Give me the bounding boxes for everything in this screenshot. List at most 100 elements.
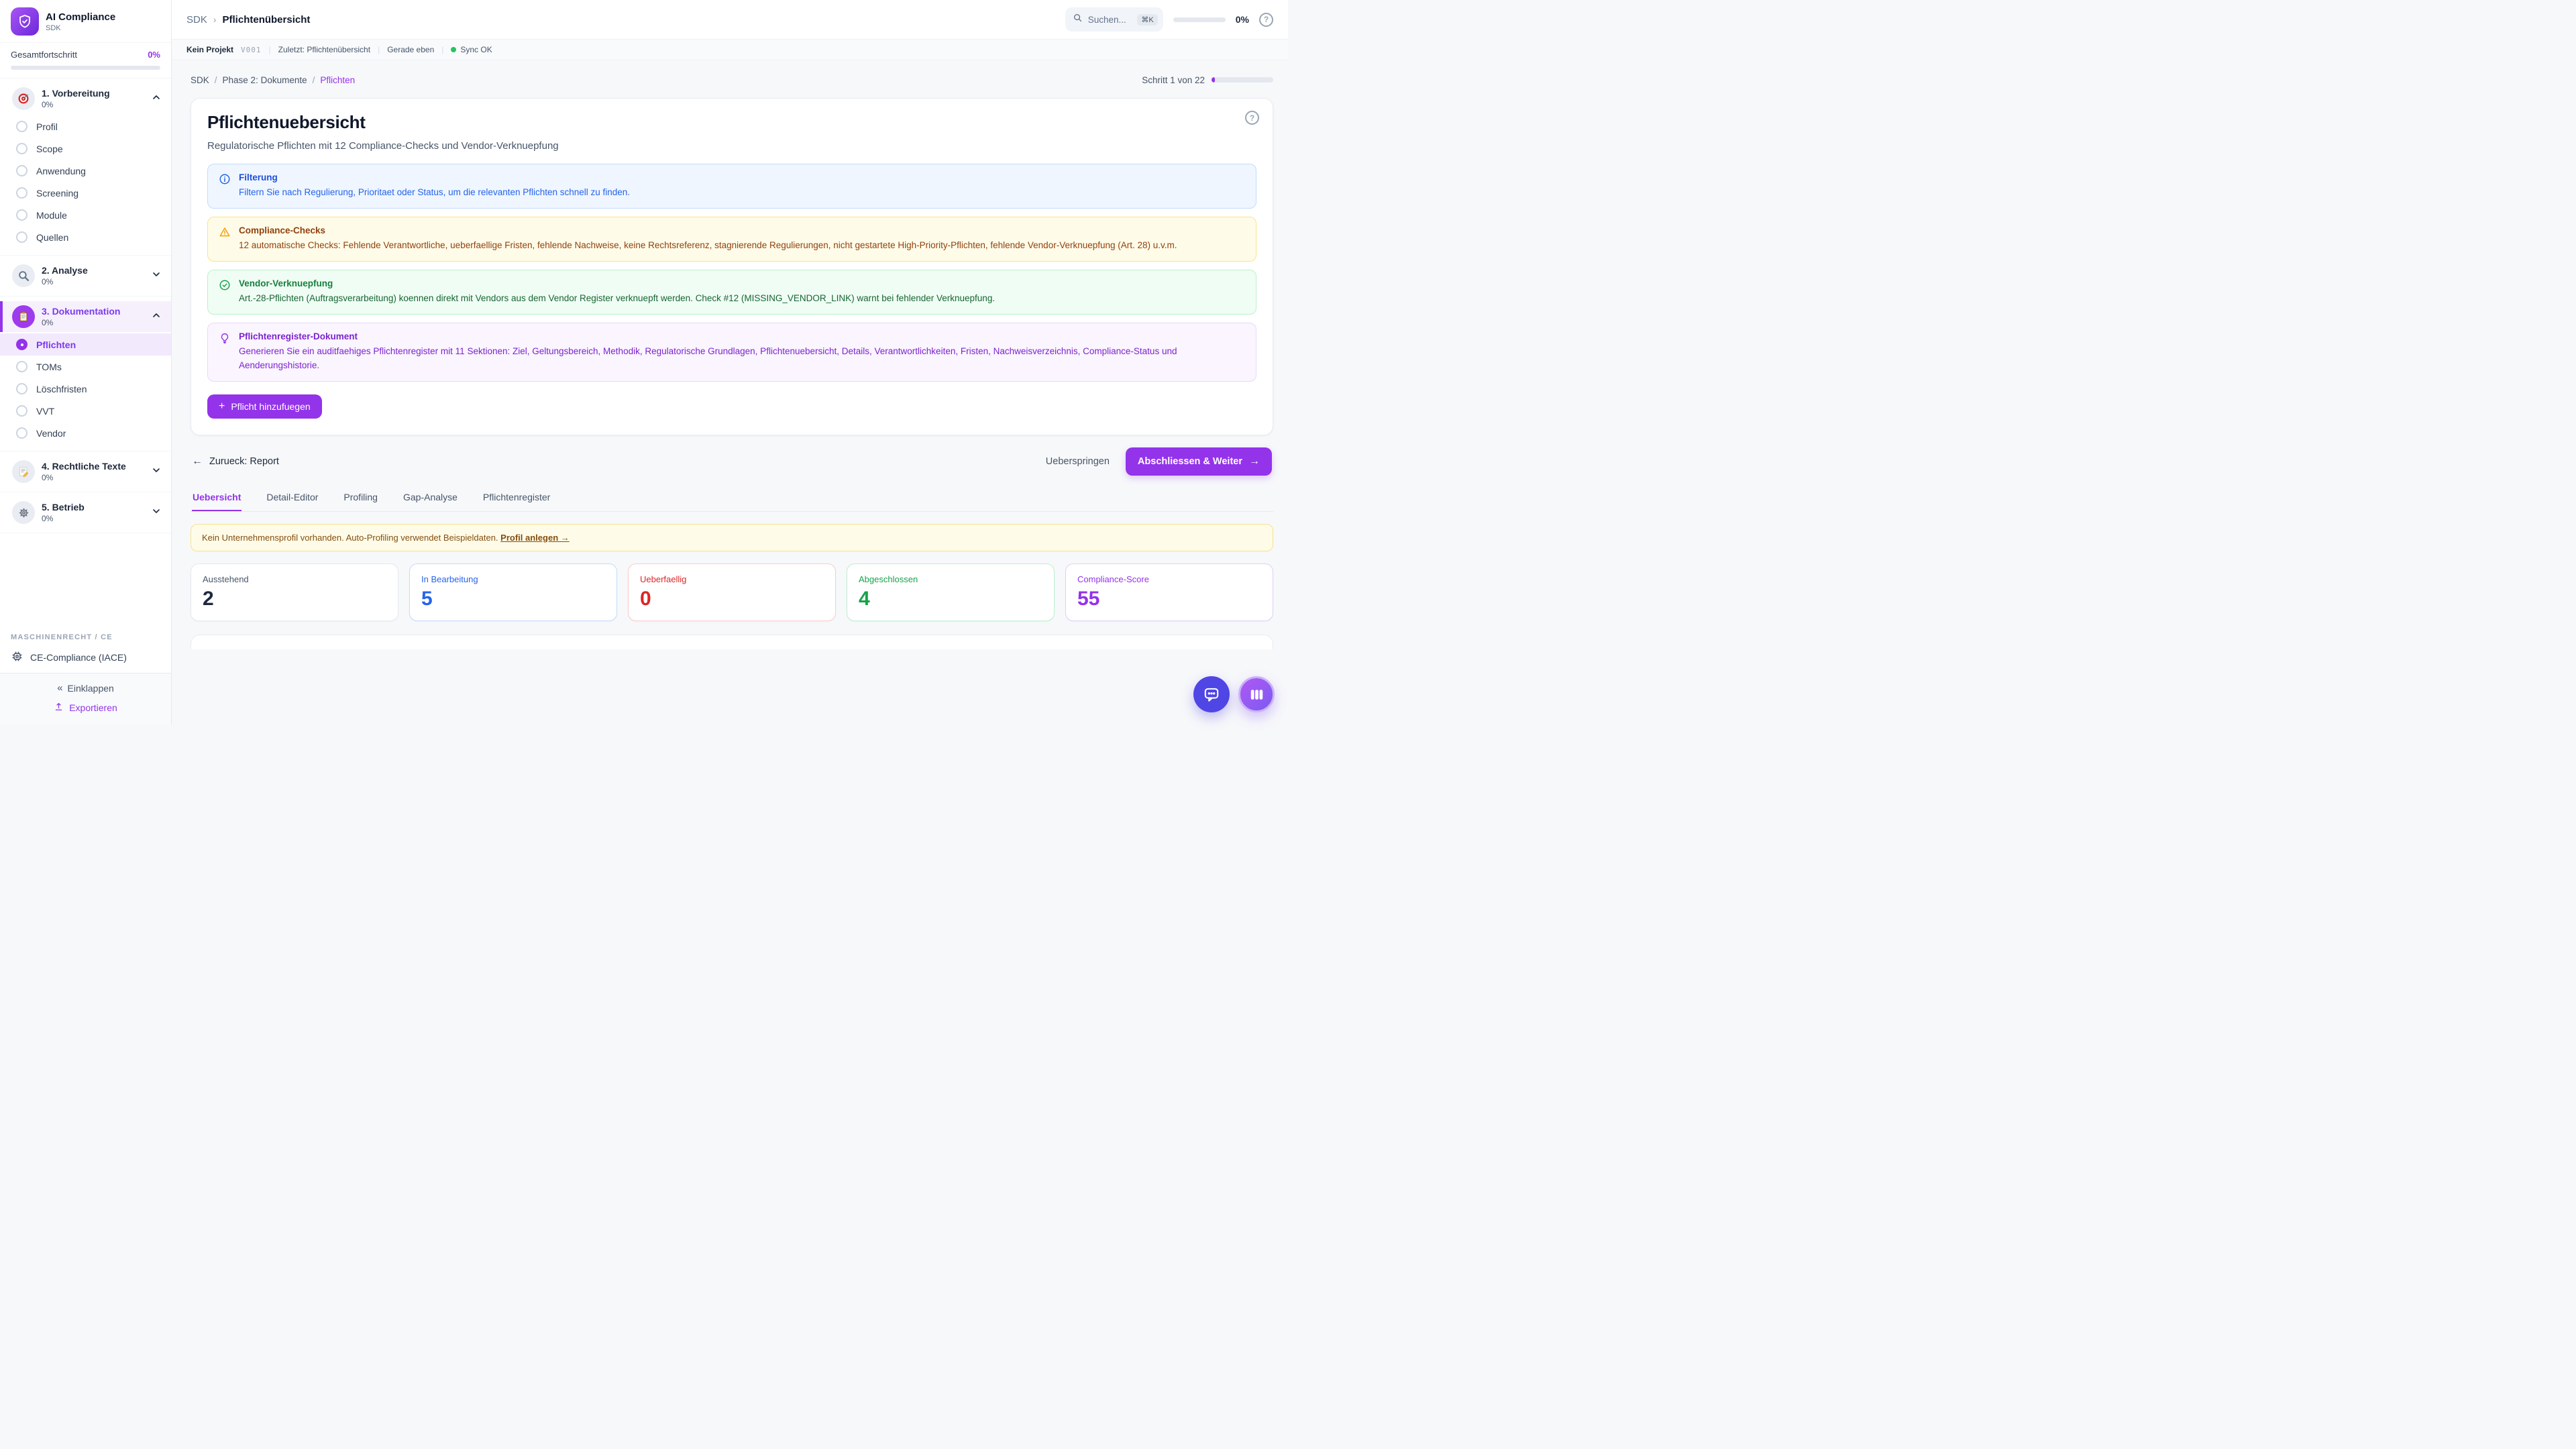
header-actions: Suchen... ⌘K 0% ? — [1065, 7, 1273, 32]
skip-button[interactable]: Ueberspringen — [1046, 456, 1110, 467]
breadcrumb-current: Pflichtenübersicht — [223, 14, 311, 25]
note-vendor-verknuepfung: Vendor-Verknuepfung Art.-28-Pflichten (A… — [207, 270, 1256, 315]
sidebar-section-header-analyse[interactable]: 2. Analyse 0% — [0, 260, 171, 291]
section-title: 2. Analyse — [42, 265, 144, 276]
sidebar-item-toms[interactable]: TOMs — [0, 356, 171, 378]
section-percent: 0% — [42, 473, 144, 482]
note-title: Compliance-Checks — [239, 225, 1177, 235]
tab-gap-analyse[interactable]: Gap-Analyse — [402, 485, 458, 511]
stat-card-in-bearbeitung: In Bearbeitung 5 — [409, 564, 617, 621]
finish-next-button[interactable]: Abschliessen & Weiter → — [1126, 447, 1272, 476]
app-subtitle: SDK — [46, 24, 115, 32]
sidebar-item-screening[interactable]: Screening — [0, 182, 171, 204]
radio-unchecked-icon — [16, 143, 28, 154]
sidebar-item-label: Profil — [36, 121, 58, 132]
sidebar-item-scope[interactable]: Scope — [0, 138, 171, 160]
machine-law-group: MASCHINENRECHT / CE CE-Compliance (IACE) — [0, 625, 171, 673]
create-profile-link[interactable]: Profil anlegen → — [500, 533, 570, 543]
sidebar-section-header-rechtliche-texte[interactable]: 4. Rechtliche Texte 0% — [0, 456, 171, 487]
stat-cards-row: Ausstehend 2In Bearbeitung 5Ueberfaellig… — [191, 564, 1273, 621]
sidebar-item-quellen[interactable]: Quellen — [0, 226, 171, 248]
chevron-right-icon: › — [213, 14, 217, 25]
lightbulb-icon — [219, 332, 231, 373]
sidebar-item-label: Anwendung — [36, 166, 86, 176]
sidebar-item-loeschfristen[interactable]: Löschfristen — [0, 378, 171, 400]
tab-detail-editor[interactable]: Detail-Editor — [266, 485, 319, 511]
sidebar-section-dokumentation: 3. Dokumentation 0% Pflichten TOMs Lösch… — [0, 297, 171, 451]
tab-uebersicht[interactable]: Uebersicht — [192, 485, 241, 511]
chevron-down-icon — [151, 506, 162, 520]
sidebar-section-header-vorbereitung[interactable]: 1. Vorbereitung 0% — [0, 83, 171, 114]
radio-unchecked-icon — [16, 405, 28, 417]
sidebar-item-pflichten[interactable]: Pflichten — [0, 333, 171, 356]
stat-label: Ueberfaellig — [640, 574, 824, 584]
stat-label: Abgeschlossen — [859, 574, 1042, 584]
sidebar-item-label: Vendor — [36, 428, 66, 439]
overall-progress: Gesamtfortschritt 0% — [0, 42, 171, 78]
sidebar-section-vorbereitung: 1. Vorbereitung 0% Profil Scope Anwendun… — [0, 78, 171, 256]
tab-pflichtenregister[interactable]: Pflichtenregister — [482, 485, 551, 511]
collapse-sidebar-button[interactable]: « Einklappen — [57, 682, 114, 694]
sidebar-section-rechtliche-texte: 4. Rechtliche Texte 0% — [0, 451, 171, 492]
next-section-card-partial — [191, 635, 1273, 649]
chevrons-left-icon: « — [57, 682, 61, 694]
gear-icon — [12, 501, 35, 524]
columns-icon[interactable] — [1238, 676, 1275, 712]
breadcrumb-item-sdk[interactable]: SDK — [191, 75, 209, 85]
help-icon[interactable]: ? — [1259, 13, 1273, 27]
shield-check-icon — [11, 7, 39, 36]
stat-label: Compliance-Score — [1077, 574, 1261, 584]
sidebar-nav: 1. Vorbereitung 0% Profil Scope Anwendun… — [0, 78, 171, 625]
breadcrumb: SDK/Phase 2: Dokumente/Pflichten — [191, 75, 355, 85]
floating-buttons — [1193, 676, 1275, 712]
add-pflicht-button[interactable]: + Pflicht hinzufuegen — [207, 394, 322, 419]
section-title: 3. Dokumentation — [42, 306, 144, 317]
overall-progress-label: Gesamtfortschritt — [11, 50, 77, 60]
back-button[interactable]: ← Zurueck: Report — [192, 455, 279, 468]
sidebar-item-anwendung[interactable]: Anwendung — [0, 160, 171, 182]
page-subtitle: Regulatorische Pflichten mit 12 Complian… — [207, 140, 1256, 152]
status-bar: Kein Projekt V001 | Zuletzt: Pflichtenüb… — [172, 40, 1288, 60]
sidebar-section-items: Pflichten TOMs Löschfristen VVT Vendor — [0, 332, 171, 446]
top-header: SDK › Pflichtenübersicht Suchen... ⌘K 0%… — [172, 0, 1288, 40]
magnifier-icon — [12, 264, 35, 287]
chevron-down-icon — [151, 269, 162, 283]
sidebar-item-vvt[interactable]: VVT — [0, 400, 171, 422]
sidebar-item-profil[interactable]: Profil — [0, 115, 171, 138]
note-filterung: Filterung Filtern Sie nach Regulierung, … — [207, 164, 1256, 209]
sidebar-section-header-betrieb[interactable]: 5. Betrieb 0% — [0, 497, 171, 528]
tab-profiling[interactable]: Profiling — [343, 485, 378, 511]
card-help-icon[interactable]: ? — [1245, 111, 1259, 125]
main-area: SDK › Pflichtenübersicht Suchen... ⌘K 0%… — [172, 0, 1288, 724]
section-title: 4. Rechtliche Texte — [42, 461, 144, 472]
chat-bubble-icon[interactable] — [1193, 676, 1230, 712]
export-button[interactable]: Exportieren — [54, 702, 117, 714]
sidebar-section-header-dokumentation[interactable]: 3. Dokumentation 0% — [0, 301, 171, 332]
app-title: AI Compliance — [46, 11, 115, 23]
machine-law-group-label: MASCHINENRECHT / CE — [0, 625, 171, 645]
sidebar-item-module[interactable]: Module — [0, 204, 171, 226]
sidebar-item-ce-compliance[interactable]: CE-Compliance (IACE) — [0, 645, 171, 673]
step-label: Schritt 1 von 22 — [1142, 75, 1205, 85]
note-title: Vendor-Verknuepfung — [239, 278, 995, 288]
info-circle-icon — [219, 173, 231, 200]
note-pflichtenregister-dokument: Pflichtenregister-Dokument Generieren Si… — [207, 323, 1256, 382]
note-title: Pflichtenregister-Dokument — [239, 331, 1245, 341]
wizard-nav-row: ← Zurueck: Report Ueberspringen Abschlie… — [192, 447, 1272, 476]
sidebar-item-vendor[interactable]: Vendor — [0, 422, 171, 444]
stat-value: 55 — [1077, 589, 1261, 609]
sidebar-section-analyse: 2. Analyse 0% — [0, 256, 171, 297]
app-root: AI Compliance SDK Gesamtfortschritt 0% 1… — [0, 0, 1288, 724]
step-progress-bar — [1212, 77, 1273, 83]
search-icon — [1073, 13, 1083, 26]
breadcrumb-root[interactable]: SDK — [186, 14, 207, 25]
breadcrumb-item-phase-2-dokumente[interactable]: Phase 2: Dokumente — [223, 75, 307, 85]
radio-unchecked-icon — [16, 121, 28, 132]
stat-card-abgeschlossen: Abgeschlossen 4 — [847, 564, 1055, 621]
search-input[interactable]: Suchen... ⌘K — [1065, 7, 1163, 32]
sync-ok-dot-icon — [451, 47, 456, 52]
header-breadcrumb: SDK › Pflichtenübersicht — [186, 14, 310, 25]
note-body: Generieren Sie ein auditfaehiges Pflicht… — [239, 345, 1245, 373]
search-shortcut-badge: ⌘K — [1137, 14, 1157, 25]
last-visited: Zuletzt: Pflichtenübersicht — [278, 45, 370, 54]
